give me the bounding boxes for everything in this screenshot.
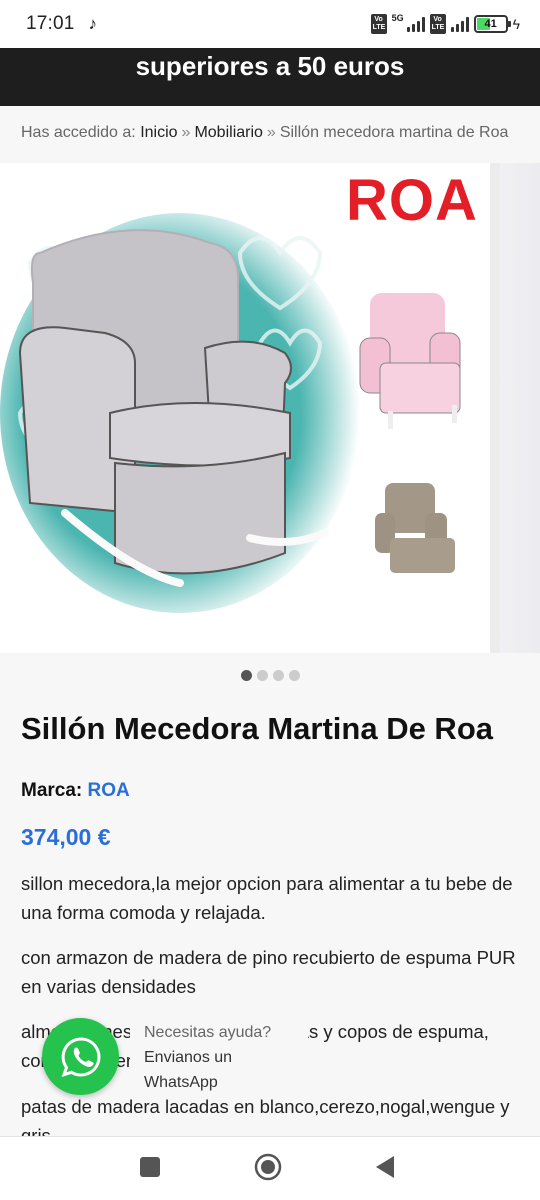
battery-icon: 41: [473, 15, 511, 33]
breadcrumb-prefix: Has accedido a:: [21, 124, 136, 141]
signal-icon-2: [450, 16, 469, 32]
home-icon[interactable]: [254, 1153, 282, 1181]
recents-icon[interactable]: [139, 1156, 161, 1178]
next-slide-preview[interactable]: [500, 163, 540, 653]
whatsapp-help-text: Necesitas ayuda?: [144, 1024, 272, 1041]
brand-row: Marca: ROA: [21, 780, 130, 802]
promo-banner-text: superiores a 50 euros: [135, 51, 405, 81]
charging-icon: ϟ: [512, 16, 520, 32]
breadcrumb-category[interactable]: Mobiliario: [194, 124, 262, 141]
rocking-chair-illustration: [0, 213, 461, 613]
breadcrumb-separator: »: [181, 124, 191, 141]
whatsapp-button[interactable]: [42, 1018, 119, 1095]
clock: 17:01: [26, 13, 75, 34]
volte-icon-2: Vo LTE: [429, 14, 446, 34]
whatsapp-icon: [61, 1036, 100, 1077]
product-image[interactable]: ROA: [0, 163, 490, 653]
brand-logo: ROA: [346, 168, 478, 233]
product-gallery[interactable]: ROA: [0, 163, 540, 653]
carousel-dots: [0, 670, 540, 681]
promo-banner: superiores a 50 euros: [0, 48, 540, 106]
breadcrumb-home[interactable]: Inicio: [140, 124, 177, 141]
brand-link[interactable]: ROA: [88, 780, 130, 801]
brand-label: Marca:: [21, 780, 83, 801]
status-icons: Vo LTE 5G Vo LTE 41 ϟ: [370, 13, 520, 34]
description-paragraph: sillon mecedora,la mejor opcion para ali…: [21, 873, 513, 923]
carousel-dot[interactable]: [272, 670, 284, 681]
system-navigation-bar: [0, 1136, 540, 1200]
signal-icon: [406, 16, 425, 32]
battery-level: 41: [484, 18, 497, 30]
carousel-dot[interactable]: [256, 670, 268, 681]
product-title: Sillón Mecedora Martina De Roa: [21, 711, 493, 746]
description-paragraph: con armazon de madera de pino recubierto…: [21, 947, 516, 997]
back-icon[interactable]: [374, 1155, 396, 1179]
volte-icon: Vo LTE: [370, 14, 387, 34]
breadcrumb-current: Sillón mecedora martina de Roa: [279, 124, 509, 141]
tiktok-notification-icon: ♪: [88, 14, 98, 33]
carousel-dot[interactable]: [240, 670, 252, 681]
network-type: 5G: [391, 13, 404, 23]
status-bar: 17:01 ♪ Vo LTE 5G Vo LTE 41 ϟ: [0, 0, 540, 48]
breadcrumb: Has accedido a: Inicio» Mobiliario» Sillón…: [21, 124, 520, 142]
breadcrumb-separator: »: [266, 124, 276, 141]
carousel-dot[interactable]: [288, 670, 300, 681]
whatsapp-bubble[interactable]: Necesitas ayuda? Envianos un WhatsApp: [130, 1010, 308, 1096]
whatsapp-cta-text: Envianos un WhatsApp: [144, 1049, 233, 1091]
product-price: 374,00 €: [21, 824, 111, 850]
